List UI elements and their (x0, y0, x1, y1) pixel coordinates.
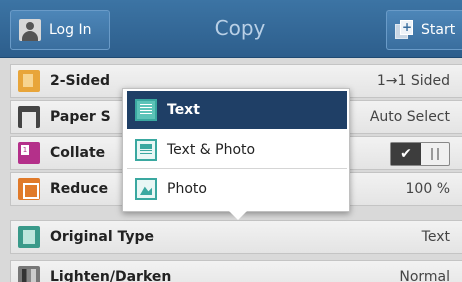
row-label: Collate (50, 145, 106, 161)
row-label: Lighten/Darken (50, 269, 172, 282)
row-label: Original Type (50, 229, 155, 245)
collate-toggle[interactable]: ✔ (390, 142, 450, 166)
text-photo-icon (135, 138, 157, 161)
row-label: Reduce (50, 181, 109, 197)
option-label: Text & Photo (167, 141, 256, 158)
original-type-popup: Text Text & Photo Photo (122, 88, 350, 220)
row-value: Text (421, 229, 450, 245)
header-bar: Log In Copy + Start (0, 0, 462, 58)
start-label: Start (421, 22, 456, 38)
user-icon (19, 19, 41, 41)
start-copy-icon: + (395, 20, 415, 40)
option-text[interactable]: Text (127, 91, 347, 129)
paper-supply-icon (18, 106, 40, 128)
login-label: Log In (49, 22, 92, 38)
lighten-darken-icon (18, 266, 40, 282)
toggle-off-icon (421, 143, 449, 165)
start-button[interactable]: + Start (386, 10, 462, 50)
row-value: Normal (399, 269, 450, 282)
two-sided-icon (18, 70, 40, 92)
option-label: Photo (167, 181, 207, 197)
photo-icon (135, 178, 157, 200)
row-label: 2-Sided (50, 73, 110, 89)
reduce-enlarge-icon (18, 178, 40, 200)
row-label: Paper S (50, 109, 111, 125)
login-button[interactable]: Log In (10, 10, 110, 50)
collate-icon (18, 142, 40, 164)
option-text-photo[interactable]: Text & Photo (127, 131, 347, 169)
text-icon (135, 99, 157, 121)
row-value: 100 % (405, 181, 450, 197)
copy-screen: Log In Copy + Start 2-Sided 1→1 Sided Pa… (0, 0, 462, 282)
row-value: Auto Select (369, 109, 450, 125)
page-title: Copy (214, 16, 266, 40)
row-original-type[interactable]: Original Type Text (10, 220, 462, 254)
row-value: 1→1 Sided (376, 73, 450, 89)
option-label: Text (167, 102, 200, 118)
original-type-icon (18, 226, 40, 248)
row-lighten-darken[interactable]: Lighten/Darken Normal (10, 260, 462, 282)
toggle-on-check-icon: ✔ (391, 143, 421, 165)
option-photo[interactable]: Photo (127, 170, 347, 208)
